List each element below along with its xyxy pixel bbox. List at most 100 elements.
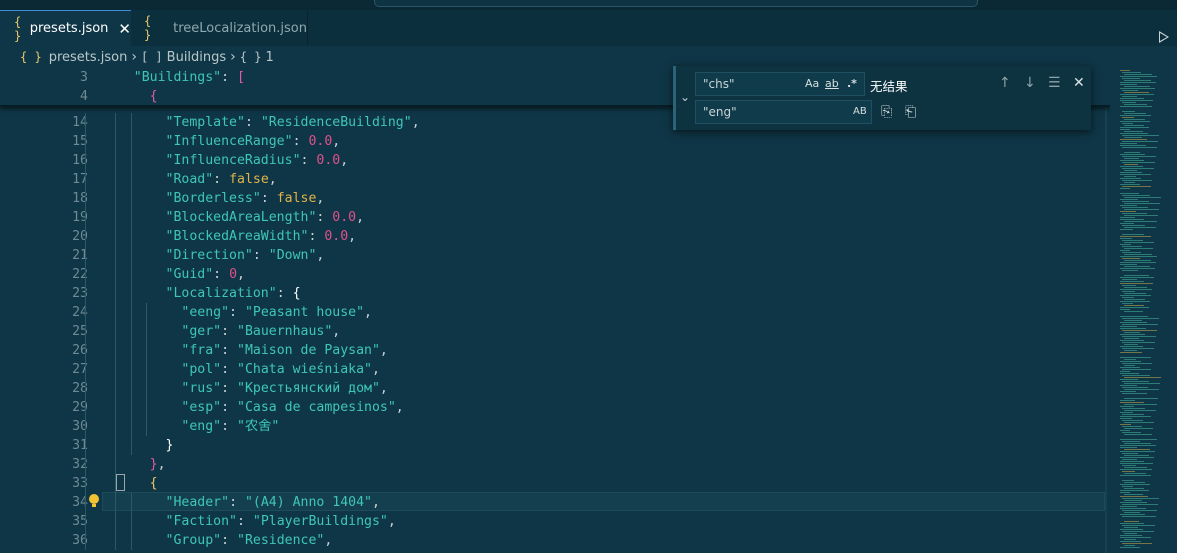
indent-guide xyxy=(115,246,116,265)
indent-guide xyxy=(115,360,116,379)
minimap-line xyxy=(1122,363,1152,364)
code-text: { xyxy=(102,87,158,106)
minimap-line xyxy=(1120,373,1139,374)
minimap-line xyxy=(1120,439,1157,440)
code-line[interactable]: 35 "Faction": "PlayerBuildings", xyxy=(0,512,1110,531)
minimap-line xyxy=(1120,367,1140,368)
close-icon[interactable]: ✕ xyxy=(1073,75,1085,91)
indent-guide xyxy=(85,151,86,170)
indent-guide xyxy=(115,265,116,284)
vertical-scrollbar[interactable] xyxy=(1105,68,1107,553)
match-whole-word-icon[interactable]: ab xyxy=(825,73,839,95)
code-token: , xyxy=(364,305,372,320)
code-line[interactable]: 31 } xyxy=(0,436,1110,455)
code-text: "Direction": "Down", xyxy=(102,246,325,265)
code-token: : xyxy=(221,70,237,85)
replace-icon[interactable]: ⎘ xyxy=(881,104,892,120)
toggle-replace-chevron-icon[interactable]: ⌄ xyxy=(679,90,691,104)
minimap-line xyxy=(1122,246,1142,247)
minimap-line xyxy=(1120,361,1141,362)
minimap-line xyxy=(1122,342,1155,343)
minimap-line xyxy=(1120,106,1152,107)
code-line[interactable]: 17 "Road": false, xyxy=(0,170,1110,189)
code-token: : xyxy=(292,134,309,149)
code-token: : xyxy=(221,343,237,358)
minimap[interactable] xyxy=(1112,68,1177,553)
code-line[interactable]: 33 { xyxy=(0,474,1110,493)
minimap-line xyxy=(1124,182,1135,183)
breadcrumb-item-1[interactable]: 1 xyxy=(265,50,273,65)
replace-input[interactable]: "eng" AB xyxy=(695,100,872,124)
code-line[interactable]: 21 "Direction": "Down", xyxy=(0,246,1110,265)
code-line[interactable]: 18 "Borderless": false, xyxy=(0,189,1110,208)
code-line[interactable]: 22 "Guid": 0, xyxy=(0,265,1110,284)
code-line[interactable]: 27 "pol": "Chata wieśniaka", xyxy=(0,360,1110,379)
minimap-line xyxy=(1122,156,1156,157)
minimap-line xyxy=(1122,441,1140,442)
code-line[interactable]: 28 "rus": "Крестьянский дом", xyxy=(0,379,1110,398)
minimap-line xyxy=(1120,184,1140,185)
code-token: "BlockedAreaLength" xyxy=(165,210,317,225)
code-line[interactable]: 19 "BlockedAreaLength": 0.0, xyxy=(0,208,1110,227)
code-editor[interactable]: 3 "Buildings": [4 { 14 "Template": "Resi… xyxy=(0,68,1110,553)
minimap-line xyxy=(1120,295,1151,296)
minimap-line xyxy=(1122,420,1143,421)
json-file-icon: { } xyxy=(14,14,22,43)
code-line[interactable]: 36 "Group": "Residence", xyxy=(0,531,1110,550)
tab-treelocalization-json[interactable]: { } treeLocalization.json xyxy=(131,10,308,46)
minimap-line xyxy=(1122,486,1133,487)
line-number: 22 xyxy=(72,267,88,282)
code-line[interactable]: 32 }, xyxy=(0,455,1110,474)
code-line[interactable]: 23 "Localization": { xyxy=(0,284,1110,303)
indent-guide xyxy=(131,265,132,284)
minimap-line xyxy=(1120,309,1130,310)
command-center[interactable] xyxy=(374,0,978,7)
code-line[interactable]: 26 "fra": "Maison de Paysan", xyxy=(0,341,1110,360)
replace-all-icon[interactable]: ⎗ xyxy=(905,104,916,120)
code-line[interactable]: 30 "eng": "农舍" xyxy=(0,417,1110,436)
code-line[interactable]: 20 "BlockedAreaWidth": 0.0, xyxy=(0,227,1110,246)
code-line[interactable]: 34 "Header": "(A4) Anno 1404", xyxy=(0,493,1110,512)
line-number: 26 xyxy=(72,343,88,358)
code-line[interactable]: 16 "InfluenceRadius": 0.0, xyxy=(0,151,1110,170)
indent-guide xyxy=(115,151,116,170)
code-line[interactable]: 29 "esp": "Casa de campesinos", xyxy=(0,398,1110,417)
run-icon[interactable] xyxy=(1159,31,1169,43)
previous-match-arrow-up-icon[interactable]: ↑ xyxy=(999,75,1011,91)
code-token: , xyxy=(411,115,420,130)
breadcrumb-buildings[interactable]: Buildings xyxy=(167,50,227,65)
minimap-line xyxy=(1124,80,1151,81)
find-replace-widget: ⌄ "chs" Aa ab .* 无结果 ↑ ↓ ☰ ✕ "eng" AB ⎘ … xyxy=(673,66,1091,130)
minimap-line xyxy=(1122,162,1155,163)
find-input[interactable]: "chs" Aa ab .* xyxy=(695,72,865,96)
indent-guide xyxy=(131,189,132,208)
code-text: "BlockedAreaWidth": 0.0, xyxy=(102,227,357,246)
minimap-line xyxy=(1120,445,1156,446)
indent-guide xyxy=(131,341,132,360)
indent-guide xyxy=(146,360,147,379)
next-match-arrow-down-icon[interactable]: ↓ xyxy=(1024,75,1036,91)
minimap-line xyxy=(1124,398,1158,399)
close-tab-icon[interactable]: ✕ xyxy=(118,20,131,38)
regex-icon[interactable]: .* xyxy=(847,73,857,95)
match-case-icon[interactable]: Aa xyxy=(805,73,819,95)
breadcrumb-file[interactable]: presets.json xyxy=(49,50,128,65)
find-in-selection-icon[interactable]: ☰ xyxy=(1048,75,1061,91)
code-line[interactable]: 24 "eeng": "Peasant house", xyxy=(0,303,1110,322)
indent-guide xyxy=(131,360,132,379)
find-result-count: 无结果 xyxy=(870,79,908,94)
minimap-line xyxy=(1122,297,1134,298)
code-token: "Template" xyxy=(165,115,245,130)
tab-presets-json[interactable]: { } presets.json ✕ xyxy=(0,10,131,46)
code-line[interactable]: 15 "InfluenceRange": 0.0, xyxy=(0,132,1110,151)
preserve-case-icon[interactable]: AB xyxy=(853,101,867,123)
minimap-line xyxy=(1124,203,1160,204)
indent-guide xyxy=(115,208,116,227)
minimap-line xyxy=(1120,334,1145,335)
line-number: 21 xyxy=(72,248,88,263)
minimap-line xyxy=(1120,301,1150,302)
code-token: : xyxy=(300,153,317,168)
code-line[interactable]: 25 "ger": "Bauernhaus", xyxy=(0,322,1110,341)
